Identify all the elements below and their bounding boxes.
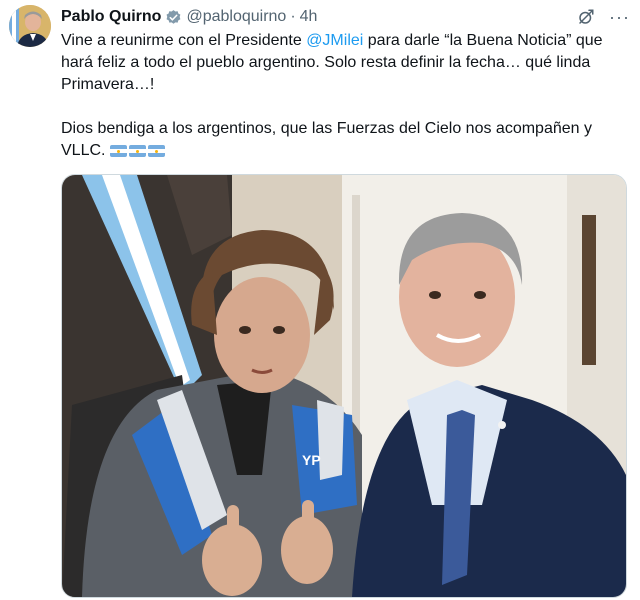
author-name[interactable]: Pablo Quirno [61,8,161,26]
tweet-paragraph-1: Vine a reunirme con el Presidente @JMile… [61,30,633,96]
more-options-icon[interactable]: ··· [609,8,630,26]
text-before-mention: Vine a reunirme con el Presidente [61,32,307,49]
avatar-image [9,5,51,47]
grok-icon[interactable] [577,8,595,26]
jacket-logo-text: YP [302,452,321,468]
tweet-paragraph-2: Dios bendiga a los argentinos, que las F… [61,118,633,162]
author-handle[interactable]: @pabloquirno [186,8,286,26]
mention-link[interactable]: @JMilei [306,32,363,49]
argentina-flag-icon [109,145,127,157]
argentina-flag-icon [147,145,165,157]
tweet-text: Vine a reunirme con el Presidente @JMile… [61,30,633,162]
photo-image: YP [62,175,626,597]
header-actions: ··· [577,8,630,26]
separator-dot: · [290,8,296,25]
tweet-photo[interactable]: YP [61,174,627,598]
author-avatar[interactable] [9,5,51,47]
flag-emojis [109,145,165,157]
tweet-header: Pablo Quirno @pabloquirno · 4h ··· [61,6,630,28]
argentina-flag-icon [128,145,146,157]
tweet-timestamp[interactable]: 4h [300,8,318,26]
verified-badge-icon [165,9,182,26]
